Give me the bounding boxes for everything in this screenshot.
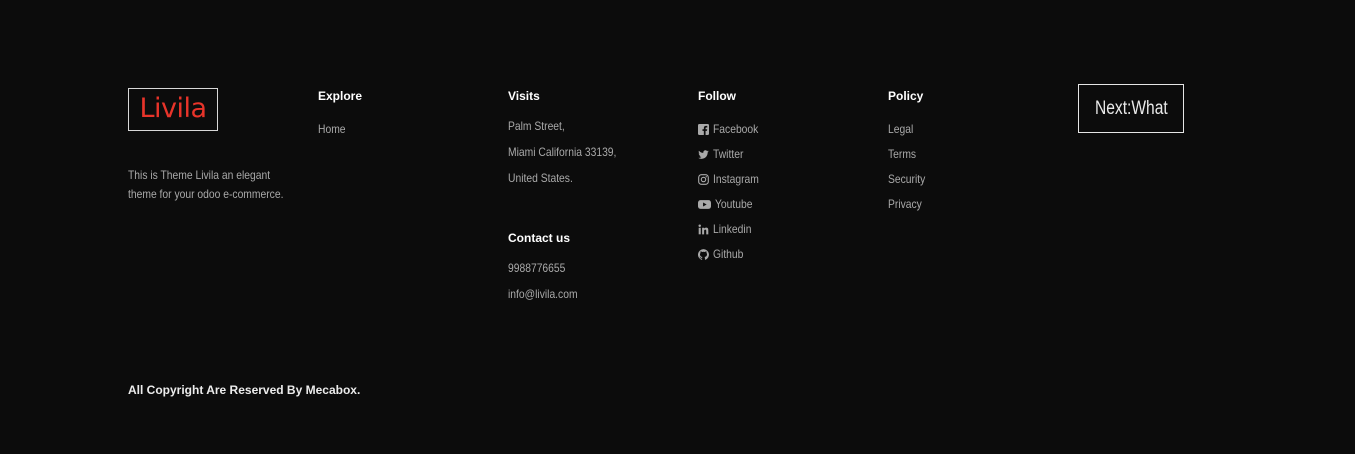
contact-block: Contact us 9988776655 info@livila.com [508,230,678,307]
site-footer: Livila This is Theme Livila an elegant t… [0,0,1355,454]
twitter-icon [698,149,709,160]
policy-link-legal[interactable]: Legal [888,117,1058,142]
policy-link-label[interactable]: Terms [888,142,916,167]
policy-link-terms[interactable]: Terms [888,142,1058,167]
social-link-label[interactable]: Linkedin [713,217,751,242]
instagram-icon [698,174,709,185]
policy-title: Policy [888,89,924,103]
brand-column: Livila This is Theme Livila an elegant t… [128,88,298,204]
address-line: Palm Street, [508,113,678,139]
address-line-text: United States. [508,171,573,185]
copyright-text: All Copyright Are Reserved By Mecabox. [128,383,361,397]
policy-link-label[interactable]: Security [888,167,925,192]
social-link-youtube[interactable]: Youtube [698,192,868,217]
social-link-linkedin[interactable]: Linkedin [698,217,868,242]
social-link-facebook[interactable]: Facebook [698,117,868,142]
contact-title: Contact us [508,231,571,245]
brand-description: This is Theme Livila an elegant theme fo… [128,168,284,201]
brand-logo[interactable]: Livila [128,88,218,131]
address-line-text: Palm Street, [508,119,565,133]
contact-email-text[interactable]: info@livila.com [508,281,578,307]
address-block: Palm Street, Miami California 33139, Uni… [508,113,678,191]
policy-link-privacy[interactable]: Privacy [888,192,1058,217]
visits-column: Visits Palm Street, Miami California 331… [508,88,678,307]
address-line-text: Miami California 33139, [508,145,617,159]
policy-column: Policy Legal Terms Security Privacy [888,88,1058,217]
github-icon [698,249,709,260]
next-what-button[interactable]: Next:What [1078,84,1184,133]
facebook-icon [698,124,709,135]
youtube-icon [698,199,711,210]
social-link-label[interactable]: Facebook [713,117,758,142]
visits-title: Visits [508,89,540,103]
contact-phone-text[interactable]: 9988776655 [508,255,565,281]
social-link-label[interactable]: Twitter [713,142,743,167]
explore-column: Explore Home [318,88,488,142]
contact-phone[interactable]: 9988776655 [508,255,678,281]
linkedin-icon [698,224,709,235]
social-link-label[interactable]: Github [713,242,743,267]
follow-column: Follow Facebook Twitter Instagram Youtub… [698,88,868,267]
policy-link-label[interactable]: Legal [888,117,913,142]
explore-link-home[interactable]: Home [318,117,488,142]
social-link-github[interactable]: Github [698,242,868,267]
contact-email[interactable]: info@livila.com [508,281,678,307]
policy-link-label[interactable]: Privacy [888,192,922,217]
social-link-label[interactable]: Youtube [715,192,753,217]
social-link-label[interactable]: Instagram [713,167,759,192]
policy-links: Legal Terms Security Privacy [888,117,1058,217]
social-link-instagram[interactable]: Instagram [698,167,868,192]
social-link-twitter[interactable]: Twitter [698,142,868,167]
explore-link-label[interactable]: Home [318,117,346,142]
follow-title: Follow [698,89,736,103]
social-links: Facebook Twitter Instagram Youtube Linke… [698,117,868,267]
address-line: United States. [508,165,678,191]
address-line: Miami California 33139, [508,139,678,165]
explore-title: Explore [318,89,363,103]
next-what-button-label: Next:What [1094,97,1168,119]
policy-link-security[interactable]: Security [888,167,1058,192]
explore-links: Home [318,117,488,142]
